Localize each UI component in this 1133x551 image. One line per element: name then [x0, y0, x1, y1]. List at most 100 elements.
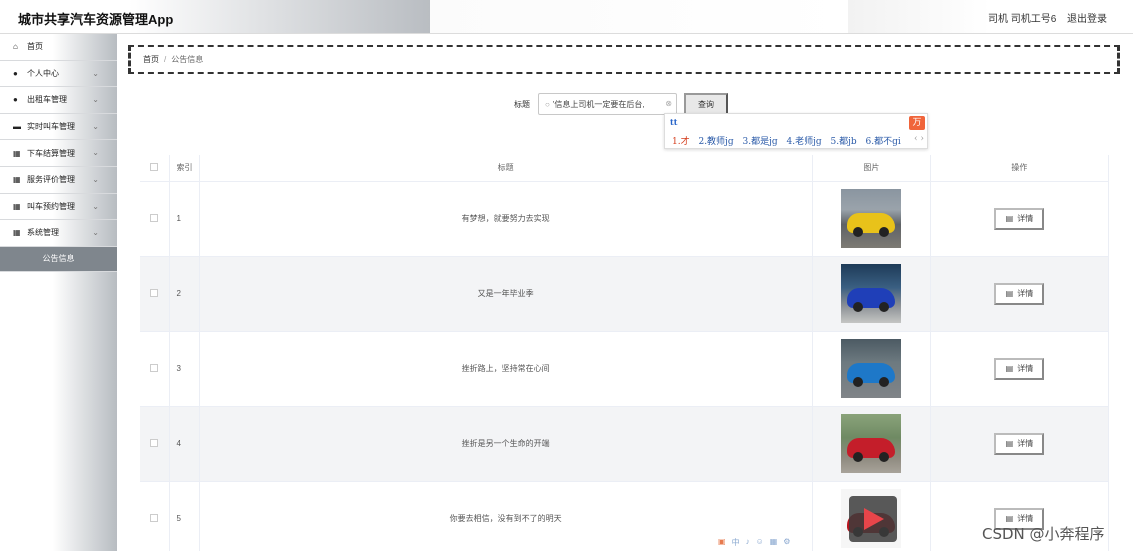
logout-link[interactable]: 退出登录	[1067, 10, 1107, 25]
row-checkbox[interactable]	[150, 513, 159, 522]
detail-label: 详情	[1017, 289, 1034, 298]
query-button[interactable]: 查询	[684, 93, 728, 115]
grid-icon: ▦	[13, 228, 21, 238]
document-icon: ▤	[1005, 514, 1014, 523]
row-checkbox-cell	[140, 331, 170, 407]
search-input-value: '信息上司机一定要在后台,	[552, 99, 645, 109]
ime-page-nav[interactable]: ‹ ›	[914, 134, 924, 144]
chevron-down-icon: ⌄	[92, 148, 99, 158]
search-icon: ○	[545, 99, 550, 109]
table-header-row: 索引 标题 图片 操作	[140, 155, 1110, 182]
row-checkbox[interactable]	[150, 288, 159, 297]
grid-icon: ▦	[13, 148, 21, 158]
ime-toolbar-strip: ▣ 中 ♪ ☺ ▦ ⚙	[718, 537, 838, 549]
car-wheel	[879, 227, 890, 237]
detail-label: 详情	[1017, 364, 1034, 373]
row-checkbox[interactable]	[150, 363, 159, 372]
ime-pinyin: tt	[670, 117, 678, 127]
user-icon: ●	[13, 95, 18, 105]
row-action-cell: ▤ 详情	[930, 256, 1110, 332]
select-all-checkbox[interactable]	[150, 162, 159, 171]
search-input[interactable]: ○ '信息上司机一定要在后台, ⊗	[538, 93, 677, 115]
detail-label: 详情	[1017, 214, 1034, 223]
row-checkbox-cell	[140, 481, 170, 551]
header-action: 操作	[930, 155, 1110, 182]
ime-candidate[interactable]: 1.才	[672, 137, 690, 147]
ime-candidate[interactable]: 2.教师jg	[698, 137, 733, 147]
ime-candidate[interactable]: 3.都是jg	[742, 137, 777, 147]
user-info: 司机 司机工号6	[988, 14, 1057, 25]
header-gradient-mid	[430, 0, 850, 33]
ime-candidate[interactable]: 5.都jb	[831, 137, 857, 147]
detail-button[interactable]: ▤ 详情	[994, 357, 1045, 380]
row-image-cell	[812, 181, 931, 257]
table-row: 2 又是一年毕业季 ▤ 详情	[140, 256, 1110, 332]
video-play-overlay[interactable]	[849, 496, 897, 542]
sidebar: ⌂ 首页 ● 个人中心 ⌄ ● 出租车管理 ⌄ ▬ 实时叫车管理 ⌄ ▦ 下车结…	[0, 34, 117, 551]
document-icon: ▤	[1005, 289, 1014, 298]
detail-button[interactable]: ▤ 详情	[994, 207, 1045, 230]
search-label: 标题	[514, 100, 530, 109]
announcement-table: 索引 标题 图片 操作 1 有梦想，就要努力去实现 ▤ 详情 2 又是一年毕业季…	[140, 155, 1110, 551]
car-wheel	[879, 302, 890, 312]
chevron-down-icon: ⌄	[92, 95, 99, 105]
sidebar-item-personal-center[interactable]: ● 个人中心 ⌄	[0, 61, 117, 88]
row-title: 有梦想，就要努力去实现	[199, 181, 813, 257]
row-image-cell	[812, 406, 931, 482]
detail-button[interactable]: ▤ 详情	[994, 432, 1045, 455]
grid-icon: ▦	[13, 201, 21, 211]
row-image-cell	[812, 256, 931, 332]
sidebar-item-label: 个人中心	[27, 68, 59, 78]
row-title: 挫折是另一个生命的开端	[199, 406, 813, 482]
play-icon	[864, 508, 884, 530]
row-image-cell	[812, 331, 931, 407]
document-icon: ▤	[1005, 364, 1014, 373]
home-icon: ⌂	[13, 42, 18, 52]
table-row: 4 挫折是另一个生命的开端 ▤ 详情	[140, 406, 1110, 482]
sidebar-item-settlement[interactable]: ▦ 下车结算管理 ⌄	[0, 140, 117, 167]
sidebar-item-taxi-management[interactable]: ● 出租车管理 ⌄	[0, 87, 117, 114]
app-title: 城市共享汽车资源管理App	[18, 12, 174, 27]
detail-button[interactable]: ▤ 详情	[994, 282, 1045, 305]
chevron-down-icon: ⌄	[92, 201, 99, 211]
sidebar-item-label: 系统管理	[27, 228, 59, 238]
sidebar-item-announcements[interactable]: 公告信息	[0, 246, 117, 272]
row-index: 1	[169, 181, 200, 257]
header-index: 索引	[169, 155, 200, 182]
sidebar-item-label: 实时叫车管理	[27, 122, 75, 132]
ime-candidate-popup: tt 万 1.才 2.教师jg 3.都是jg 4.老师jg 5.都jb 6.都不…	[664, 113, 928, 149]
car-wheel	[879, 377, 890, 387]
row-index: 5	[169, 481, 200, 551]
sidebar-item-label: 公告信息	[42, 254, 75, 264]
row-checkbox[interactable]	[150, 213, 159, 222]
header-image: 图片	[812, 155, 931, 182]
sidebar-item-reservation[interactable]: ▦ 叫车预约管理 ⌄	[0, 194, 117, 221]
row-title: 挫折路上，坚持常在心间	[199, 331, 813, 407]
chevron-down-icon: ⌄	[92, 68, 99, 78]
row-checkbox[interactable]	[150, 438, 159, 447]
monitor-icon: ▬	[13, 122, 21, 132]
breadcrumb-home[interactable]: 首页	[143, 54, 159, 65]
user-icon: ●	[13, 68, 18, 78]
sidebar-item-service-rating[interactable]: ▦ 服务评价管理 ⌄	[0, 167, 117, 194]
row-checkbox-cell	[140, 181, 170, 257]
row-action-cell: ▤ 详情	[930, 406, 1110, 482]
ime-keyboard-icon: ▦	[769, 537, 778, 546]
car-image	[841, 189, 902, 248]
ime-candidate[interactable]: 6.都不gi	[866, 137, 901, 147]
sidebar-item-label: 下车结算管理	[27, 148, 75, 158]
row-checkbox-cell	[140, 256, 170, 332]
ime-logo-small-icon: ▣	[718, 537, 726, 546]
sidebar-item-label: 服务评价管理	[27, 175, 75, 185]
breadcrumb-separator: /	[164, 55, 167, 64]
row-checkbox-cell	[140, 406, 170, 482]
ime-candidate[interactable]: 4.老师jg	[787, 137, 822, 147]
car-wheel	[853, 227, 864, 237]
clear-icon[interactable]: ⊗	[665, 99, 672, 108]
sidebar-item-system[interactable]: ▦ 系统管理 ⌄	[0, 220, 117, 247]
car-image	[841, 264, 902, 323]
car-wheel	[853, 452, 864, 462]
sidebar-item-realtime-call[interactable]: ▬ 实时叫车管理 ⌄	[0, 114, 117, 141]
sidebar-item-home[interactable]: ⌂ 首页	[0, 34, 117, 61]
car-image	[841, 414, 902, 473]
